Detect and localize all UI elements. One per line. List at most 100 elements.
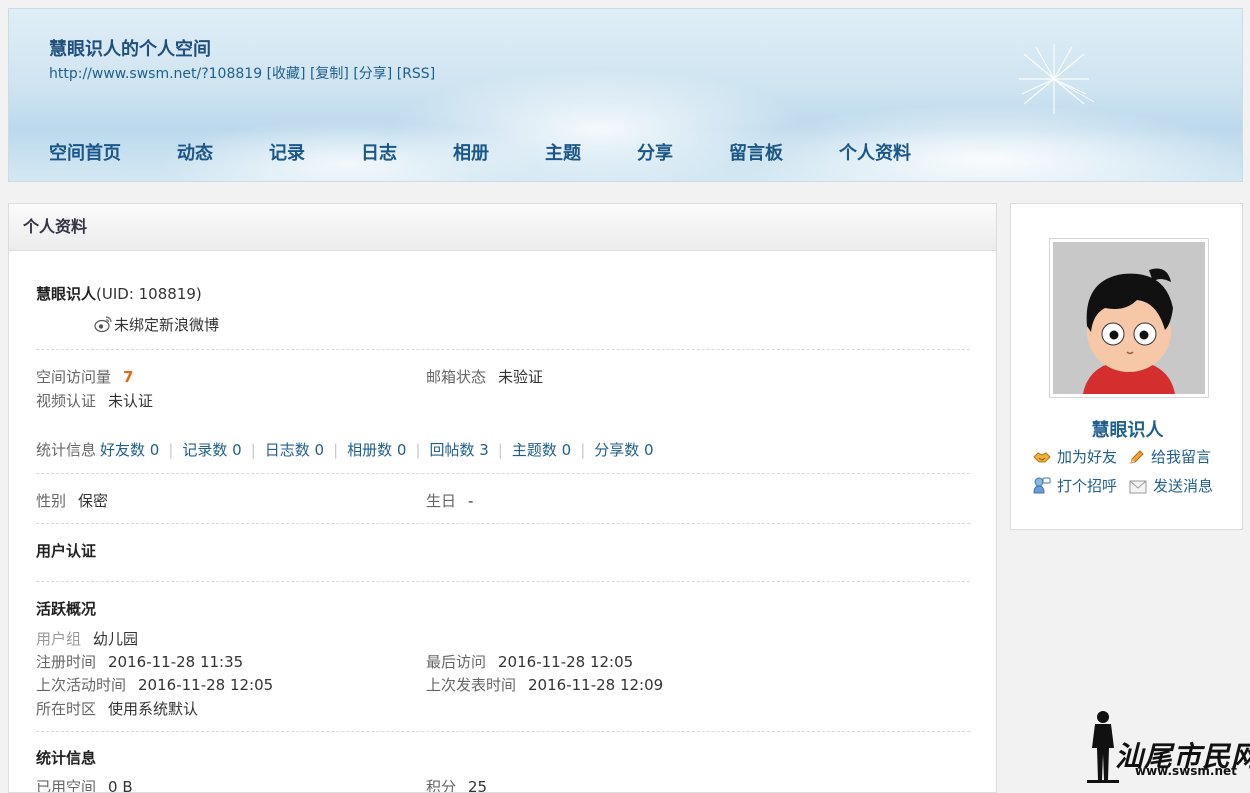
avatar-image xyxy=(1053,242,1205,394)
nav-records[interactable]: 记录 xyxy=(269,139,305,165)
visits-label: 空间访问量 xyxy=(36,368,112,386)
stat-friends[interactable]: 好友数 0 xyxy=(100,441,159,459)
stats-label: 统计信息 xyxy=(36,441,97,459)
points-label: 积分 xyxy=(426,778,457,793)
stats-separator: | xyxy=(415,441,421,459)
email-row: 邮箱状态 未验证 xyxy=(426,366,543,387)
last-active-row: 上次活动时间 2016-11-28 12:05 xyxy=(36,674,273,695)
weibo-row: 未绑定新浪微博 xyxy=(94,314,219,335)
leave-message-button[interactable]: 给我留言 xyxy=(1129,446,1211,467)
avatar[interactable] xyxy=(1049,238,1209,398)
divider xyxy=(36,523,970,524)
weibo-icon xyxy=(94,316,112,333)
timezone-label: 所在时区 xyxy=(36,700,97,718)
rss-link[interactable]: [RSS] xyxy=(397,66,435,82)
cert-heading: 用户认证 xyxy=(36,542,97,560)
stat-records[interactable]: 记录数 0 xyxy=(182,441,241,459)
panel-heading: 个人资料 xyxy=(9,204,996,251)
last-post-value: 2016-11-28 12:09 xyxy=(528,676,664,694)
space-link-bar: http://www.swsm.net/?108819 [收藏] [复制] [分… xyxy=(49,63,435,83)
reg-label: 注册时间 xyxy=(36,653,97,671)
video-label: 视频认证 xyxy=(36,392,97,410)
greet-person-icon xyxy=(1033,477,1051,494)
send-message-button[interactable]: 发送消息 xyxy=(1129,475,1213,496)
divider xyxy=(36,473,970,474)
divider xyxy=(36,581,970,582)
last-visit-label: 最后访问 xyxy=(426,653,487,671)
add-friend-button[interactable]: 加为好友 xyxy=(1033,446,1117,467)
send-message-label: 发送消息 xyxy=(1153,477,1214,495)
stats-separator: | xyxy=(250,441,256,459)
nav-profile[interactable]: 个人资料 xyxy=(839,139,911,165)
stats-separator: | xyxy=(497,441,503,459)
nav-threads[interactable]: 主题 xyxy=(545,139,581,165)
stat-threads[interactable]: 主题数 0 xyxy=(512,441,571,459)
nav-album[interactable]: 相册 xyxy=(453,139,489,165)
share-link[interactable]: [分享] xyxy=(353,66,392,82)
reg-value: 2016-11-28 11:35 xyxy=(108,653,244,671)
leave-message-label: 给我留言 xyxy=(1151,448,1212,466)
stats-separator: | xyxy=(168,441,174,459)
divider xyxy=(36,731,970,732)
dandelion-icon xyxy=(1019,44,1094,114)
weibo-status: 未绑定新浪微博 xyxy=(114,316,220,334)
nav-blog[interactable]: 日志 xyxy=(361,139,397,165)
active-heading: 活跃概况 xyxy=(36,600,97,618)
nav-home[interactable]: 空间首页 xyxy=(49,139,121,165)
stat-replies[interactable]: 回帖数 3 xyxy=(430,441,489,459)
user-name-row: 慧眼识人(UID: 108819) xyxy=(36,283,202,304)
timezone-row: 所在时区 使用系统默认 xyxy=(36,698,198,719)
last-active-value: 2016-11-28 12:05 xyxy=(138,676,274,694)
cartoon-avatar-icon xyxy=(1053,242,1205,394)
profile-sidebar: 慧眼识人 加为好友 给我留言 打个招呼 发送消息 xyxy=(1010,203,1243,530)
space-header: 慧眼识人的个人空间 http://www.swsm.net/?108819 [收… xyxy=(8,8,1243,182)
stat-albums[interactable]: 相册数 0 xyxy=(347,441,406,459)
nav-guestbook[interactable]: 留言板 xyxy=(729,139,783,165)
group-label: 用户组 xyxy=(36,630,82,648)
profile-uid: (UID: 108819) xyxy=(96,285,202,303)
divider xyxy=(36,349,970,350)
watermark-url: www.swsm.net xyxy=(1135,764,1237,778)
space-used-label: 已用空间 xyxy=(36,778,97,793)
last-visit-value: 2016-11-28 12:05 xyxy=(498,653,634,671)
gender-row: 性别 保密 xyxy=(36,490,108,511)
points-value: 25 xyxy=(468,778,488,793)
points-row: 积分 25 xyxy=(426,776,488,793)
visits-row: 空间访问量 7 xyxy=(36,366,133,387)
birthday-row: 生日 - xyxy=(426,490,473,511)
bookmark-link[interactable]: [收藏] xyxy=(267,66,306,82)
last-post-row: 上次发表时间 2016-11-28 12:09 xyxy=(426,674,663,695)
nav-share[interactable]: 分享 xyxy=(637,139,673,165)
stat-shares[interactable]: 分享数 0 xyxy=(594,441,653,459)
birthday-label: 生日 xyxy=(426,492,457,510)
sidebar-username[interactable]: 慧眼识人 xyxy=(1011,416,1244,442)
last-active-label: 上次活动时间 xyxy=(36,676,127,694)
copy-link[interactable]: [复制] xyxy=(310,66,349,82)
envelope-icon xyxy=(1129,480,1147,494)
email-value: 未验证 xyxy=(498,368,544,386)
greet-button[interactable]: 打个招呼 xyxy=(1033,475,1117,496)
space-url-link[interactable]: http://www.swsm.net/?108819 xyxy=(49,66,262,82)
handshake-icon xyxy=(1033,452,1051,463)
video-value: 未认证 xyxy=(108,392,154,410)
reg-row: 注册时间 2016-11-28 11:35 xyxy=(36,651,243,672)
email-label: 邮箱状态 xyxy=(426,368,487,386)
birthday-value: - xyxy=(468,492,474,510)
space-nav: 空间首页 动态 记录 日志 相册 主题 分享 留言板 个人资料 xyxy=(49,139,967,165)
nav-feed[interactable]: 动态 xyxy=(177,139,213,165)
profile-username: 慧眼识人 xyxy=(36,285,97,303)
greet-label: 打个招呼 xyxy=(1057,477,1118,495)
last-visit-row: 最后访问 2016-11-28 12:05 xyxy=(426,651,633,672)
gender-value: 保密 xyxy=(78,492,109,510)
visits-value: 7 xyxy=(123,368,134,386)
stat-blogs[interactable]: 日志数 0 xyxy=(265,441,324,459)
pencil-icon xyxy=(1130,450,1144,464)
stats-heading: 统计信息 xyxy=(36,749,97,767)
group-row: 用户组 幼儿园 xyxy=(36,628,138,649)
stats-row: 统计信息 好友数 0 | 记录数 0 | 日志数 0 | 相册数 0 | 回帖数 3 | 主题数 0 |… xyxy=(36,439,654,460)
space-used-row: 已用空间 0 B xyxy=(36,776,133,793)
add-friend-label: 加为好友 xyxy=(1057,448,1118,466)
video-row: 视频认证 未认证 xyxy=(36,390,153,411)
last-post-label: 上次发表时间 xyxy=(426,676,517,694)
group-value-link[interactable]: 幼儿园 xyxy=(93,630,138,648)
